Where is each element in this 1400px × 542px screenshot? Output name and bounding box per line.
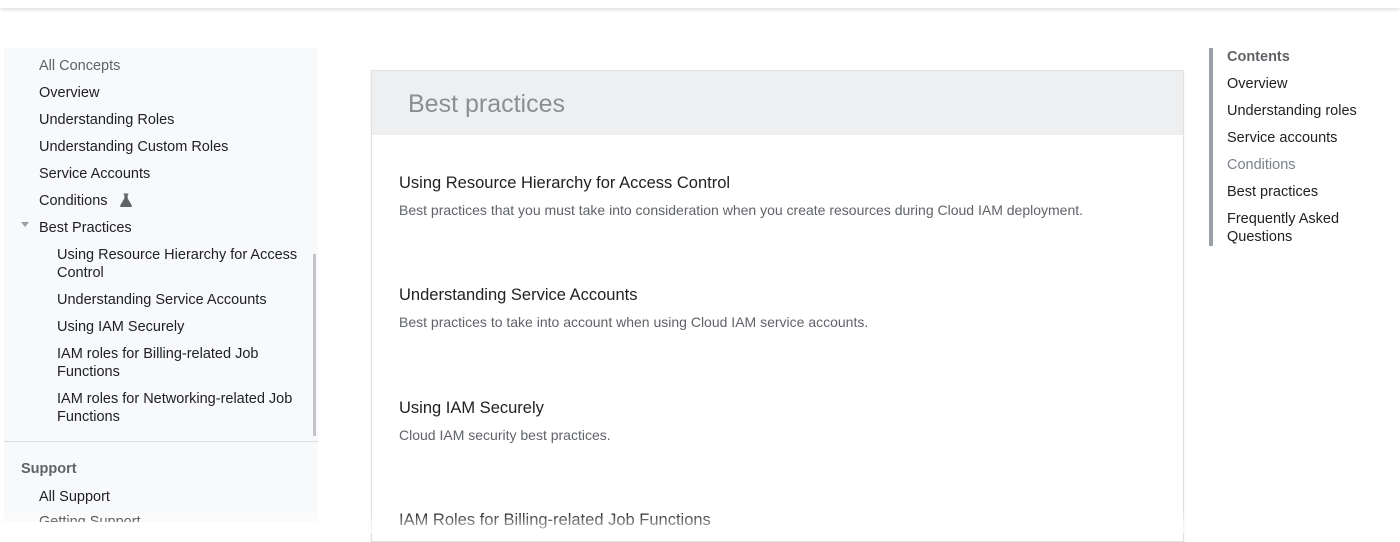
best-practices-card: Best practices Using Resource Hierarchy …: [371, 70, 1184, 542]
item-title-billing-roles[interactable]: IAM Roles for Billing-related Job Functi…: [399, 511, 711, 530]
item-title-iam-securely[interactable]: Using IAM Securely: [399, 399, 544, 418]
support-heading: Support: [21, 461, 77, 477]
sidebar-item-understanding-custom-roles[interactable]: Understanding Custom Roles: [39, 138, 228, 156]
sidebar-item-understanding-roles[interactable]: Understanding Roles: [39, 111, 174, 129]
toc-item-overview[interactable]: Overview: [1227, 75, 1387, 93]
flask-icon: [119, 193, 132, 207]
sidebar-item-service-accounts[interactable]: Service Accounts: [39, 165, 150, 183]
toc-item-understanding-roles[interactable]: Understanding roles: [1227, 102, 1387, 120]
item-title-resource-hierarchy[interactable]: Using Resource Hierarchy for Access Cont…: [399, 174, 730, 193]
card-header: Best practices: [372, 71, 1183, 135]
toc-item-best-practices[interactable]: Best practices: [1227, 183, 1387, 201]
sidebar-item-getting-support[interactable]: Getting Support: [39, 514, 141, 522]
toc-item-faq[interactable]: Frequently Asked Questions: [1227, 210, 1387, 246]
toc-item-service-accounts[interactable]: Service accounts: [1227, 129, 1387, 147]
sidebar-subitem-service-accounts[interactable]: Understanding Service Accounts: [57, 291, 307, 309]
sidebar-scrollbar[interactable]: [313, 254, 316, 436]
sidebar-subitem-networking-roles[interactable]: IAM roles for Networking-related Job Fun…: [57, 390, 307, 426]
nav-divider: [4, 441, 318, 442]
sidebar-item-overview[interactable]: Overview: [39, 84, 99, 102]
sidebar-item-label: Conditions: [39, 193, 108, 209]
sidebar-subitem-billing-roles[interactable]: IAM roles for Billing-related Job Functi…: [57, 345, 307, 381]
expand-caret-icon[interactable]: [21, 222, 29, 227]
sidebar-subitem-iam-securely[interactable]: Using IAM Securely: [57, 318, 307, 336]
sidebar-item-all-support[interactable]: All Support: [39, 489, 110, 505]
toc-bar: [1209, 48, 1213, 246]
sidebar-item-conditions[interactable]: Conditions: [39, 192, 134, 210]
sidebar-item-best-practices[interactable]: Best Practices: [39, 219, 132, 237]
toc-heading: Contents: [1227, 49, 1290, 65]
item-desc-iam-securely: Cloud IAM security best practices.: [399, 427, 611, 443]
item-title-service-accounts[interactable]: Understanding Service Accounts: [399, 286, 637, 305]
left-navigation: All Concepts Overview Understanding Role…: [4, 48, 318, 522]
toc-item-conditions[interactable]: Conditions: [1227, 156, 1387, 174]
item-desc-service-accounts: Best practices to take into account when…: [399, 314, 869, 330]
top-bar: [0, 0, 1400, 8]
page-title: Best practices: [408, 90, 566, 118]
sidebar-subitem-resource-hierarchy[interactable]: Using Resource Hierarchy for Access Cont…: [57, 246, 307, 282]
item-desc-resource-hierarchy: Best practices that you must take into c…: [399, 202, 1084, 218]
sidebar-item-all-concepts[interactable]: All Concepts: [39, 57, 120, 75]
